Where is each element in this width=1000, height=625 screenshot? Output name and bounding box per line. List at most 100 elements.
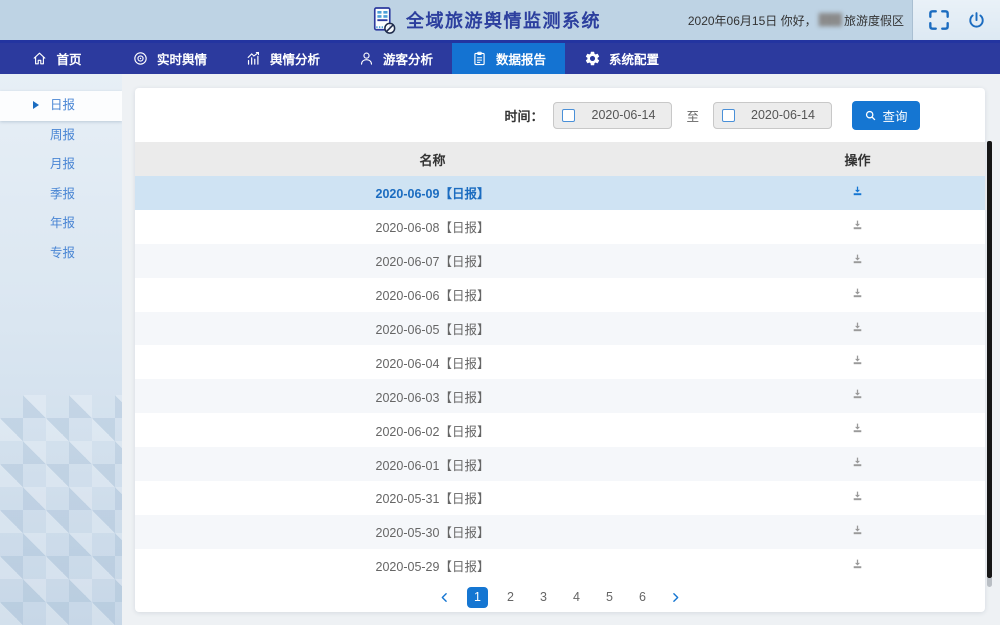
page-button-6[interactable]: 6 bbox=[632, 587, 653, 608]
calendar-icon bbox=[562, 109, 575, 122]
nav-label: 舆情分析 bbox=[270, 49, 320, 68]
table-body: 2020-06-09【日报】 2020-06-08【日报】 2020-06-07… bbox=[135, 176, 985, 583]
table-row[interactable]: 2020-06-05【日报】 bbox=[135, 312, 985, 346]
sidebar-item-weekly-report[interactable]: 周报 bbox=[0, 121, 122, 151]
report-name: 2020-06-06【日报】 bbox=[135, 285, 730, 304]
date-to-input[interactable]: 2020-06-14 bbox=[713, 102, 832, 129]
sidebar: 日报 周报 月报 季报 年报 专报 bbox=[0, 74, 122, 625]
user-info: 2020年06月15日 你好， ███ 旅游度假区 bbox=[688, 0, 904, 40]
sidebar-item-daily-report[interactable]: 日报 bbox=[0, 91, 122, 121]
user-icon bbox=[358, 50, 375, 67]
page-button-4[interactable]: 4 bbox=[566, 587, 587, 608]
page-button-2[interactable]: 2 bbox=[500, 587, 521, 608]
brand: 全域旅游舆情监测系统 bbox=[368, 0, 601, 40]
sidebar-item-label: 专报 bbox=[50, 246, 75, 260]
trend-chart-icon bbox=[245, 50, 262, 67]
table-row[interactable]: 2020-05-30【日报】 bbox=[135, 515, 985, 549]
sidebar-item-label: 月报 bbox=[50, 157, 75, 171]
pagination: 1 2 3 4 5 6 bbox=[135, 583, 985, 612]
download-icon[interactable] bbox=[851, 422, 864, 435]
report-name: 2020-05-30【日报】 bbox=[135, 522, 730, 541]
download-icon[interactable] bbox=[851, 253, 864, 266]
calendar-icon bbox=[722, 109, 735, 122]
download-icon[interactable] bbox=[851, 321, 864, 334]
nav-label: 首页 bbox=[56, 49, 81, 68]
sidebar-item-annual-report[interactable]: 年报 bbox=[0, 209, 122, 239]
vertical-scrollbar[interactable] bbox=[987, 141, 992, 578]
name-column-header: 名称 bbox=[135, 150, 730, 169]
table-row[interactable]: 2020-06-02【日报】 bbox=[135, 413, 985, 447]
gear-icon bbox=[584, 50, 601, 67]
table-row[interactable]: 2020-06-09【日报】 bbox=[135, 176, 985, 210]
nav-tab-data-report[interactable]: 数据报告 bbox=[452, 43, 565, 74]
app-logo-icon bbox=[368, 5, 398, 35]
date-greeting: 2020年06月15日 你好， bbox=[688, 12, 817, 29]
download-icon[interactable] bbox=[851, 558, 864, 571]
sidebar-item-label: 季报 bbox=[50, 187, 75, 201]
table-row[interactable]: 2020-06-01【日报】 bbox=[135, 447, 985, 481]
report-name: 2020-06-02【日报】 bbox=[135, 421, 730, 440]
table-row[interactable]: 2020-06-03【日报】 bbox=[135, 379, 985, 413]
nav-label: 系统配置 bbox=[609, 49, 659, 68]
page-button-1[interactable]: 1 bbox=[467, 587, 488, 608]
report-name: 2020-06-03【日报】 bbox=[135, 387, 730, 406]
page-button-5[interactable]: 5 bbox=[599, 587, 620, 608]
download-icon[interactable] bbox=[851, 354, 864, 367]
top-actions bbox=[912, 0, 1000, 40]
time-label: 时间： bbox=[504, 106, 543, 125]
home-icon bbox=[31, 50, 48, 67]
prev-page-icon[interactable] bbox=[434, 591, 455, 604]
download-icon[interactable] bbox=[851, 490, 864, 503]
report-card: 时间： 2020-06-14 至 2020-06-14 bbox=[135, 88, 985, 612]
table-row[interactable]: 2020-06-07【日报】 bbox=[135, 244, 985, 278]
table-row[interactable]: 2020-05-29【日报】 bbox=[135, 549, 985, 583]
main-nav: 首页 实时舆情 舆情分析 bbox=[0, 40, 1000, 74]
nav-tab-system-config[interactable]: 系统配置 bbox=[565, 43, 678, 74]
report-name: 2020-05-29【日报】 bbox=[135, 556, 730, 575]
table-row[interactable]: 2020-06-04【日报】 bbox=[135, 345, 985, 379]
download-icon[interactable] bbox=[851, 219, 864, 232]
next-page-icon[interactable] bbox=[665, 591, 686, 604]
table-row[interactable]: 2020-06-06【日报】 bbox=[135, 278, 985, 312]
operation-column-header: 操作 bbox=[730, 150, 985, 169]
sidebar-item-special-report[interactable]: 专报 bbox=[0, 239, 122, 269]
download-icon[interactable] bbox=[851, 456, 864, 469]
filter-row: 时间： 2020-06-14 至 2020-06-14 bbox=[135, 88, 985, 142]
nav-tab-sentiment-analysis[interactable]: 舆情分析 bbox=[226, 43, 339, 74]
download-icon[interactable] bbox=[851, 388, 864, 401]
nav-label: 实时舆情 bbox=[157, 49, 207, 68]
nav-tab-realtime-sentiment[interactable]: 实时舆情 bbox=[113, 43, 226, 74]
table-row[interactable]: 2020-05-31【日报】 bbox=[135, 481, 985, 515]
date-from-input[interactable]: 2020-06-14 bbox=[553, 102, 672, 129]
date-from-value: 2020-06-14 bbox=[575, 108, 671, 122]
table-row[interactable]: 2020-06-08【日报】 bbox=[135, 210, 985, 244]
sidebar-item-label: 年报 bbox=[50, 216, 75, 230]
org-name: 旅游度假区 bbox=[844, 12, 904, 29]
query-button-label: 查询 bbox=[882, 106, 907, 125]
sidebar-item-quarterly-report[interactable]: 季报 bbox=[0, 180, 122, 210]
report-name: 2020-06-05【日报】 bbox=[135, 319, 730, 338]
app-window: 全域旅游舆情监测系统 2020年06月15日 你好， ███ 旅游度假区 bbox=[0, 0, 1000, 625]
report-name: 2020-06-04【日报】 bbox=[135, 353, 730, 372]
sidebar-item-label: 日报 bbox=[50, 98, 75, 112]
fullscreen-icon[interactable] bbox=[926, 7, 952, 33]
sidebar-item-label: 周报 bbox=[50, 128, 75, 142]
date-to-value: 2020-06-14 bbox=[735, 108, 831, 122]
nav-tab-visitor-analysis[interactable]: 游客分析 bbox=[339, 43, 452, 74]
report-name: 2020-06-01【日报】 bbox=[135, 455, 730, 474]
query-button[interactable]: 查询 bbox=[852, 101, 920, 130]
download-icon[interactable] bbox=[851, 185, 864, 198]
report-icon bbox=[471, 50, 488, 67]
active-arrow-icon bbox=[33, 101, 39, 109]
download-icon[interactable] bbox=[851, 524, 864, 537]
nav-tab-home[interactable]: 首页 bbox=[0, 43, 113, 74]
download-icon[interactable] bbox=[851, 287, 864, 300]
main-content: 时间： 2020-06-14 至 2020-06-14 bbox=[122, 74, 1000, 625]
page-button-3[interactable]: 3 bbox=[533, 587, 554, 608]
nav-label: 数据报告 bbox=[496, 49, 546, 68]
power-icon[interactable] bbox=[966, 10, 987, 31]
app-title: 全域旅游舆情监测系统 bbox=[406, 7, 601, 33]
masked-username: ███ bbox=[819, 14, 842, 26]
report-name: 2020-06-08【日报】 bbox=[135, 217, 730, 236]
sidebar-item-monthly-report[interactable]: 月报 bbox=[0, 150, 122, 180]
